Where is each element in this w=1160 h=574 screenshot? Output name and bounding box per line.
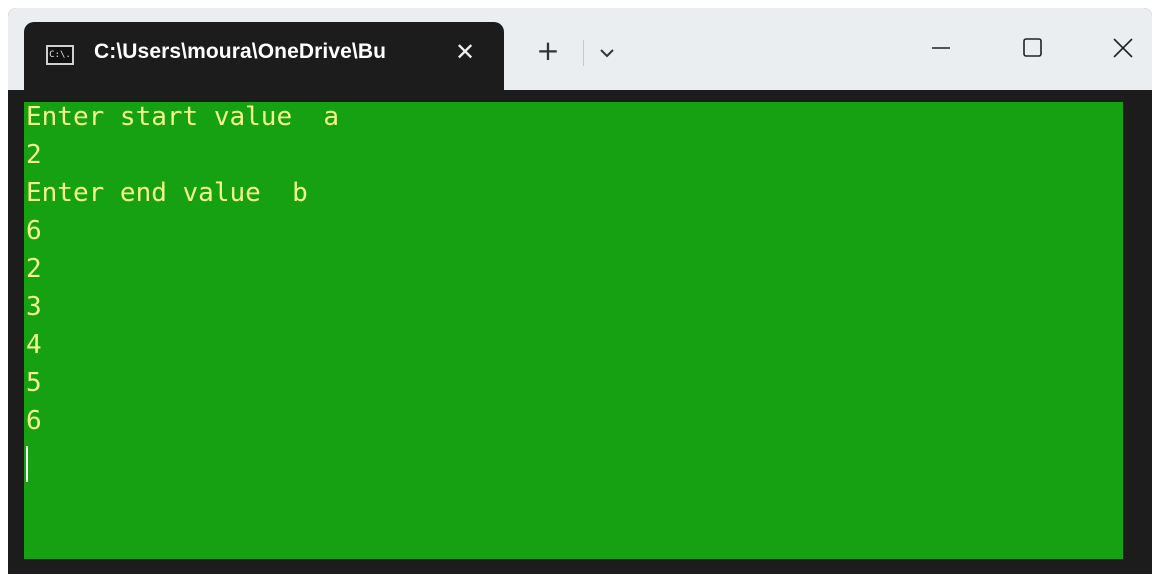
tab-command-prompt[interactable]: C:\. C:\Users\moura\OneDrive\Bu ✕ <box>24 22 504 90</box>
title-bar: C:\. C:\Users\moura\OneDrive\Bu ✕ + <box>8 8 1152 90</box>
terminal-line: 6 <box>26 216 42 246</box>
minimize-button[interactable] <box>918 28 964 68</box>
close-window-button[interactable] <box>1100 28 1146 68</box>
maximize-button[interactable] <box>1010 28 1056 68</box>
maximize-icon <box>1023 38 1042 57</box>
command-prompt-icon-text: C:\. <box>49 49 71 60</box>
tab-dropdown-button[interactable] <box>594 38 620 68</box>
toolbar-divider <box>583 40 584 66</box>
chevron-down-icon <box>600 49 614 58</box>
terminal-line: 3 <box>26 292 42 322</box>
terminal-window: C:\. C:\Users\moura\OneDrive\Bu ✕ + Ente… <box>8 8 1152 574</box>
new-tab-button[interactable]: + <box>532 36 564 68</box>
text-cursor <box>26 446 28 482</box>
terminal-output[interactable]: Enter start value a 2 Enter end value b … <box>24 102 1123 559</box>
close-icon <box>1113 38 1133 58</box>
terminal-line: 4 <box>26 330 42 360</box>
terminal-line: 2 <box>26 140 42 170</box>
terminal-line: Enter start value a <box>26 102 340 132</box>
terminal-line: 2 <box>26 254 42 284</box>
minimize-icon <box>932 47 950 49</box>
tab-close-button[interactable]: ✕ <box>450 37 480 67</box>
terminal-line: 5 <box>26 368 42 398</box>
tab-title: C:\Users\moura\OneDrive\Bu <box>94 40 387 63</box>
command-prompt-icon: C:\. <box>46 45 74 65</box>
terminal-line: Enter end value b <box>26 178 308 208</box>
terminal-line: 6 <box>26 406 42 436</box>
